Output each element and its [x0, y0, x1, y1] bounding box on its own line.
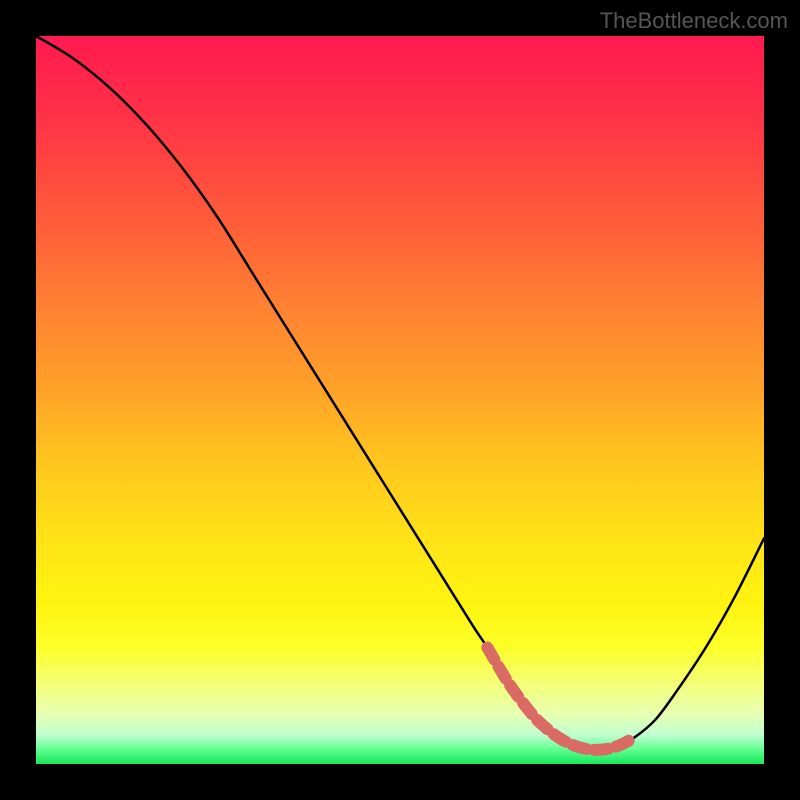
- highlight-segment-path: [487, 648, 633, 750]
- plot-area: [36, 36, 764, 764]
- chart-container: TheBottleneck.com: [0, 0, 800, 800]
- watermark-text: TheBottleneck.com: [600, 8, 788, 34]
- bottleneck-curve-path: [36, 36, 764, 750]
- curve-svg: [36, 36, 764, 764]
